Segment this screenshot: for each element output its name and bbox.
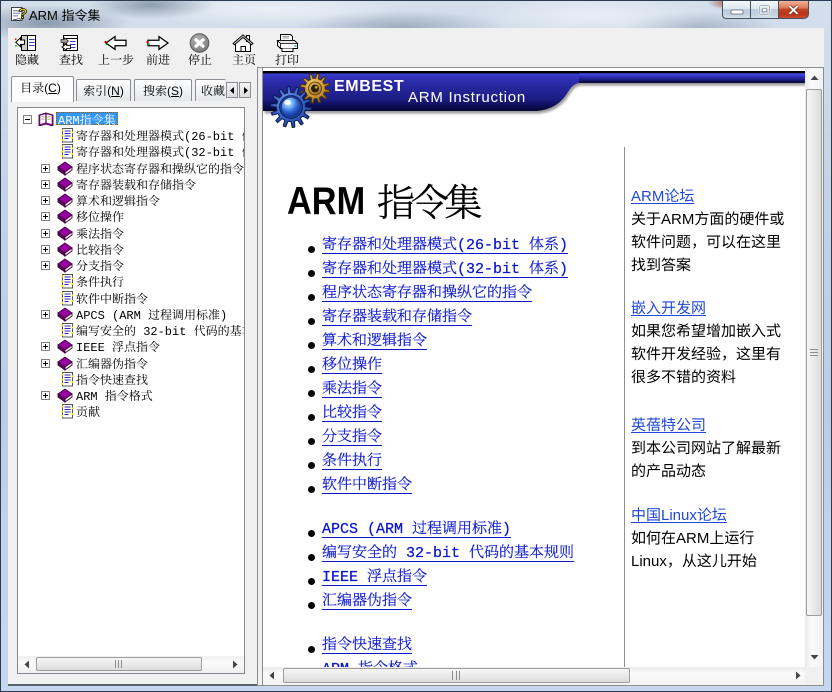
- svg-text:?: ?: [18, 6, 27, 23]
